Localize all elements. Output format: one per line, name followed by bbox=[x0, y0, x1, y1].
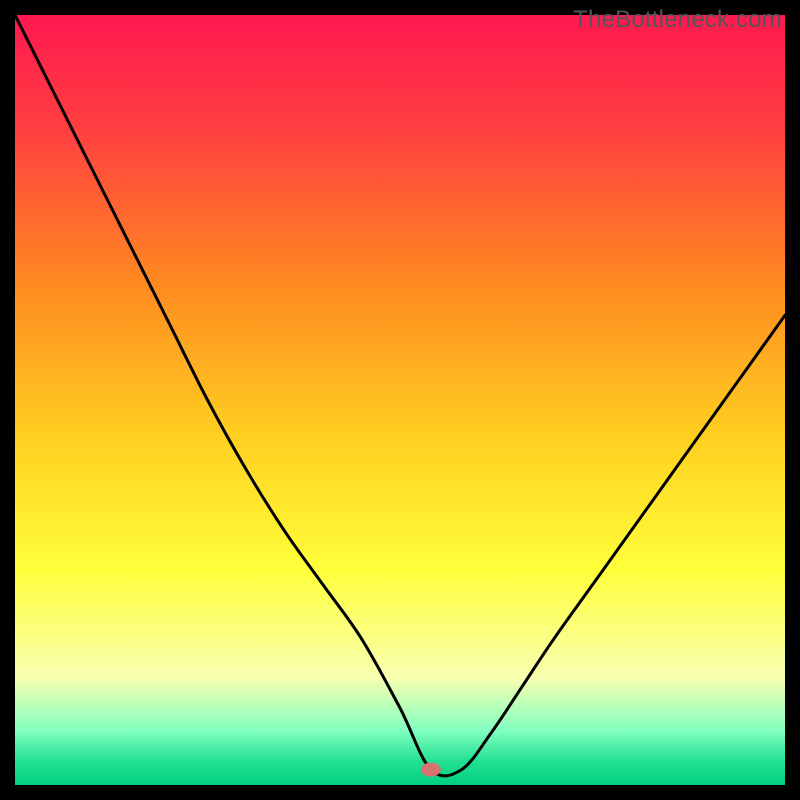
chart-svg bbox=[15, 15, 785, 785]
chart-container: TheBottleneck.com bbox=[0, 0, 800, 800]
optimal-point-marker bbox=[421, 763, 441, 777]
plot-area bbox=[15, 15, 785, 785]
watermark-label: TheBottleneck.com bbox=[573, 6, 782, 34]
chart-background bbox=[15, 15, 785, 785]
